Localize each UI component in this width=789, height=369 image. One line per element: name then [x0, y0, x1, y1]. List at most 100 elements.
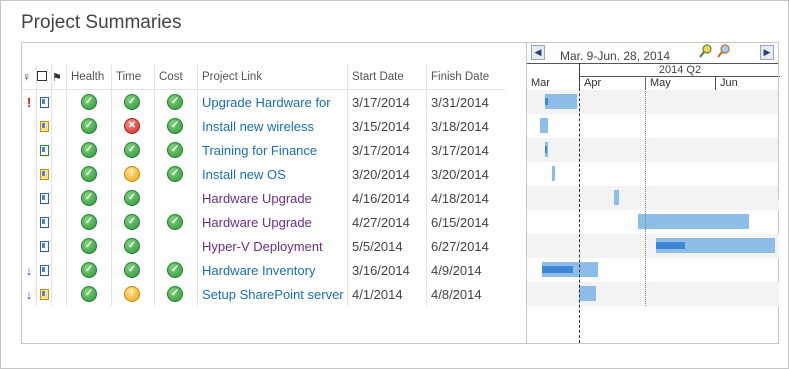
gantt-task-bar[interactable]	[552, 166, 556, 181]
check-circle-icon: ✓	[81, 286, 97, 302]
check-circle-icon: ✓	[167, 286, 183, 302]
gantt-timescale: 2014 Q2 Mar Apr May Jun	[527, 63, 780, 91]
gantt-task-bar[interactable]	[613, 190, 619, 205]
table-row[interactable]: ! ✓ ✓ ✓ Upgrade Hardware for 3/17/2014 3/31/20…	[22, 89, 505, 114]
project-link[interactable]: Install new wireless	[202, 119, 314, 134]
type-cell	[36, 210, 52, 234]
table-row[interactable]: ✓ ✓ Hardware Upgrade 4/16/2014 4/18/2014	[22, 186, 505, 210]
flag-icon[interactable]: ⚑	[51, 65, 67, 90]
type-cell	[36, 162, 52, 186]
start-date-column-header[interactable]: Start Date	[347, 65, 427, 90]
gantt-rows	[527, 90, 779, 306]
project-link[interactable]: Setup SharePoint server	[202, 287, 344, 302]
gantt-task-bar[interactable]	[655, 238, 776, 253]
checkbox-icon[interactable]	[36, 65, 52, 90]
cost-status-cell: ✓	[154, 162, 198, 186]
indicator-cell	[22, 138, 37, 162]
gantt-row	[527, 90, 779, 114]
project-link[interactable]: Hardware Upgrade	[202, 215, 312, 230]
project-link[interactable]: Training for Finance	[202, 143, 317, 158]
table-row[interactable]: ↓ ✓! ✓ Setup SharePoint server 4/1/2014 4/8/2…	[22, 282, 505, 306]
gantt-task-bar[interactable]	[578, 286, 597, 301]
warning-circle-icon: !	[124, 286, 140, 302]
start-date-cell: 3/17/2014	[347, 89, 427, 114]
project-link[interactable]: Hardware Upgrade	[202, 191, 312, 206]
bulb-icon[interactable]: ♀	[22, 65, 37, 90]
cost-column-header[interactable]: Cost	[154, 65, 198, 90]
check-circle-icon: ✓	[81, 262, 97, 278]
project-link[interactable]: Hardware Inventory	[202, 263, 315, 278]
start-date-cell: 3/20/2014	[347, 162, 427, 186]
zoom-in-icon[interactable]	[699, 44, 713, 58]
table-row[interactable]: ✓ ✓ ✓ Training for Finance 3/17/2014 3/17/201…	[22, 138, 505, 162]
gantt-month-label: Apr	[579, 77, 646, 90]
health-status-cell: ✓	[66, 258, 112, 282]
project-grid: ♀ ⚑ Health Time Cost Project Link Start …	[22, 65, 505, 306]
project-check-icon	[39, 145, 49, 157]
check-circle-icon: ✓	[167, 118, 183, 134]
type-cell	[36, 114, 52, 138]
table-row[interactable]: ✓ ✕ ✓ Install new wireless 3/15/2014 3/18/201…	[22, 114, 505, 138]
gantt-row	[527, 258, 779, 282]
cost-status-cell: ✓	[154, 258, 198, 282]
cost-status-cell: ✓	[154, 138, 198, 162]
gantt-task-bar[interactable]	[542, 262, 598, 277]
type-cell	[36, 258, 52, 282]
grid-header-row: ♀ ⚑ Health Time Cost Project Link Start …	[22, 65, 505, 90]
zoom-out-icon[interactable]	[717, 44, 731, 58]
health-status-cell: ✓	[66, 186, 112, 210]
gantt-row	[527, 282, 779, 306]
chevron-left-icon[interactable]: ◀	[531, 45, 545, 60]
project-link-cell: Upgrade Hardware for	[197, 89, 348, 114]
finish-date-cell: 4/8/2014	[426, 282, 505, 306]
gantt-date-range: Mar. 9-Jun. 28, 2014	[560, 49, 671, 63]
gantt-task-bar[interactable]	[544, 142, 548, 157]
start-date-cell: 5/5/2014	[347, 234, 427, 258]
indicator-cell	[22, 234, 37, 258]
start-date-cell: 4/27/2014	[347, 210, 427, 234]
flag-cell	[51, 258, 67, 282]
check-circle-icon: ✓	[81, 214, 97, 230]
type-cell	[36, 89, 52, 114]
time-status-cell: ✓	[111, 234, 155, 258]
check-circle-icon: ✓	[81, 166, 97, 182]
project-warning-icon	[39, 169, 49, 181]
cost-status-cell: ✓	[154, 89, 198, 114]
table-row[interactable]: ✓ ✓ ✓ Hardware Upgrade 4/27/2014 6/15/2014	[22, 210, 505, 234]
vertical-scrollbar[interactable]	[778, 42, 787, 200]
table-row[interactable]: ↓ ✓ ✓ ✓ Hardware Inventory 3/16/2014 4/9/2014	[22, 258, 505, 282]
table-row[interactable]: ✓ ✓ Hyper-V Deployment 5/5/2014 6/27/2014	[22, 234, 505, 258]
flag-cell	[51, 114, 67, 138]
check-circle-icon: ✓	[124, 262, 140, 278]
finish-date-column-header[interactable]: Finish Date	[426, 65, 505, 90]
project-link-column-header[interactable]: Project Link	[197, 65, 348, 90]
project-link-cell: Hyper-V Deployment	[197, 234, 348, 258]
gantt-task-bar[interactable]	[539, 118, 549, 133]
gantt-chart: ◀ Mar. 9-Jun. 28, 2014 ▶ 2014 Q2 Mar Apr…	[526, 43, 780, 343]
gantt-row	[527, 114, 779, 138]
indicator-cell	[22, 210, 37, 234]
cost-status-cell: ✓	[154, 210, 198, 234]
health-column-header[interactable]: Health	[66, 65, 112, 90]
project-link[interactable]: Hyper-V Deployment	[202, 239, 323, 254]
project-link[interactable]: Install new OS	[202, 167, 286, 182]
type-cell	[36, 138, 52, 162]
health-status-cell: ✓	[66, 210, 112, 234]
check-circle-icon: ✓	[167, 142, 183, 158]
time-column-header[interactable]: Time	[111, 65, 155, 90]
project-doc-icon	[39, 241, 49, 253]
gantt-task-bar[interactable]	[637, 214, 749, 229]
table-row[interactable]: ✓! ✓ Install new OS 3/20/2014 3/20/2014	[22, 162, 505, 186]
health-status-cell: ✓	[66, 138, 112, 162]
flag-cell	[51, 89, 67, 114]
project-link[interactable]: Upgrade Hardware for	[202, 95, 331, 110]
gantt-row	[527, 210, 779, 234]
cost-status-cell	[154, 234, 198, 258]
gantt-task-bar[interactable]	[544, 94, 578, 109]
gantt-month-label: Mar	[531, 77, 550, 89]
finish-date-cell: 3/17/2014	[426, 138, 505, 162]
cost-status-cell: ✓	[154, 282, 198, 306]
today-marker	[579, 63, 580, 343]
chevron-right-icon[interactable]: ▶	[760, 45, 774, 60]
indicator-cell	[22, 162, 37, 186]
